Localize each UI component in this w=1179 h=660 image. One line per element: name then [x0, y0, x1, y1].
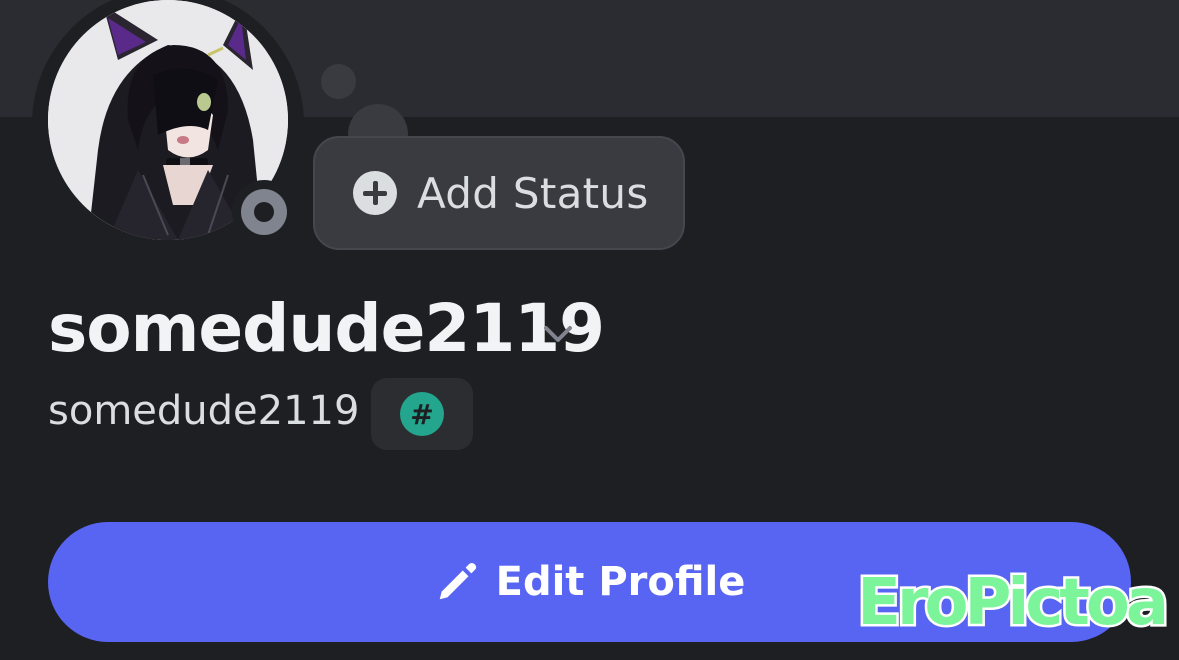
presence-offline-icon: [241, 189, 287, 235]
plus-circle-icon: [353, 171, 397, 215]
profile-badge[interactable]: #: [371, 378, 473, 450]
display-name: somedude2119: [48, 290, 605, 367]
watermark-text: EroPictoa: [855, 564, 1172, 643]
add-status-button[interactable]: Add Status: [313, 136, 685, 250]
chevron-down-icon[interactable]: [540, 316, 576, 352]
profile-screen: Add Status somedude2119 somedude2119 # E…: [0, 0, 1179, 660]
edit-profile-label: Edit Profile: [495, 559, 746, 605]
thought-bubble-small: [321, 64, 356, 99]
pencil-icon: [439, 563, 476, 600]
hashtag-badge-icon: #: [400, 392, 444, 436]
add-status-label: Add Status: [417, 168, 649, 218]
username: somedude2119: [48, 388, 360, 434]
